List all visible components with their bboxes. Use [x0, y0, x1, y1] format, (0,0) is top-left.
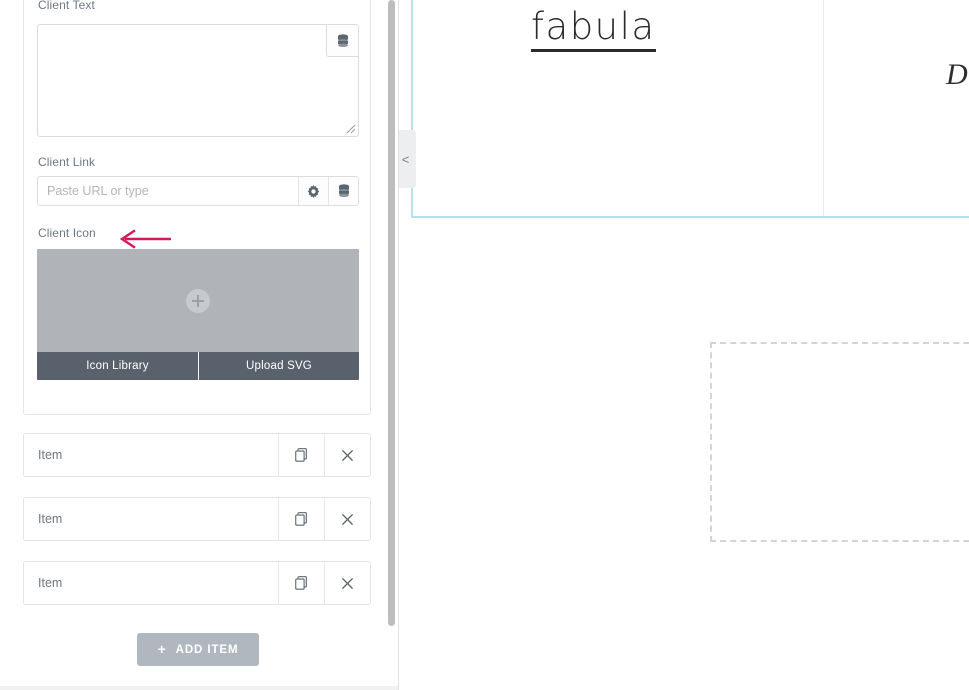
- duplicate-item-button[interactable]: [278, 562, 324, 604]
- remove-item-button[interactable]: [324, 434, 370, 476]
- database-stack-icon: [337, 33, 348, 47]
- repeater-row-title: Item: [38, 448, 63, 462]
- app-root: Client Text Client Link Paste URL or typ…: [0, 0, 969, 690]
- plus-icon: +: [157, 640, 167, 657]
- duplicate-item-button[interactable]: [278, 434, 324, 476]
- client-icon-preview[interactable]: [37, 249, 359, 352]
- close-icon: [341, 449, 354, 461]
- database-stack-icon: [338, 184, 349, 197]
- client-icon-field: Icon Library Upload SVG: [37, 249, 359, 380]
- selected-section-outline: [411, 0, 969, 218]
- client-text-field: [37, 24, 359, 137]
- plus-circle-icon: [186, 288, 210, 313]
- close-icon: [341, 577, 354, 589]
- client-link-input[interactable]: [38, 177, 298, 205]
- icon-library-button[interactable]: Icon Library: [37, 352, 198, 380]
- heading-text-fragment: D: [946, 58, 968, 91]
- editor-panel: Client Text Client Link Paste URL or typ…: [0, 0, 399, 690]
- client-link-dynamic-button[interactable]: [328, 177, 358, 205]
- annotation-arrow-icon: [119, 229, 171, 249]
- column-divider: [823, 0, 824, 216]
- panel-scrollbar[interactable]: [388, 0, 395, 690]
- close-icon: [341, 513, 354, 525]
- duplicate-item-button[interactable]: [278, 498, 324, 540]
- repeater-row-3[interactable]: Item: [23, 561, 371, 605]
- client-link-field: [37, 176, 359, 206]
- panel-scrollbar-thumb[interactable]: [388, 0, 395, 626]
- panel-bottom-strip: [0, 686, 398, 690]
- copy-icon: [295, 576, 307, 590]
- client-text-dynamic-button[interactable]: [326, 25, 358, 57]
- client-text-input[interactable]: [38, 25, 358, 136]
- repeater-row-title: Item: [38, 576, 63, 590]
- repeater-row-2[interactable]: Item: [23, 497, 371, 541]
- add-item-button[interactable]: + ADD ITEM: [137, 633, 259, 666]
- chevron-left-icon: <: [401, 151, 410, 167]
- editor-panel-content: Client Text Client Link Paste URL or typ…: [0, 0, 398, 690]
- preview-canvas: < fabula D: [399, 0, 969, 690]
- client-link-settings-button[interactable]: [298, 177, 328, 205]
- panel-collapse-handle[interactable]: <: [399, 130, 416, 188]
- repeater-row-title: Item: [38, 512, 63, 526]
- client-link-label: Client Link: [38, 155, 96, 169]
- client-icon-actions: Icon Library Upload SVG: [37, 352, 359, 380]
- gear-icon: [307, 184, 320, 198]
- client-icon-label: Client Icon: [38, 226, 96, 240]
- add-item-label: ADD ITEM: [175, 643, 239, 656]
- repeater-row-1[interactable]: Item: [23, 433, 371, 477]
- remove-item-button[interactable]: [324, 562, 370, 604]
- copy-icon: [295, 448, 307, 462]
- client-text-box: [37, 24, 359, 137]
- repeater-item-editor: Client Text Client Link Paste URL or typ…: [23, 0, 371, 415]
- copy-icon: [295, 512, 307, 526]
- client-text-label: Client Text: [38, 0, 95, 12]
- placeholder-dropzone[interactable]: [710, 342, 969, 542]
- upload-svg-button[interactable]: Upload SVG: [198, 352, 359, 380]
- remove-item-button[interactable]: [324, 498, 370, 540]
- brand-logo: fabula: [531, 7, 656, 53]
